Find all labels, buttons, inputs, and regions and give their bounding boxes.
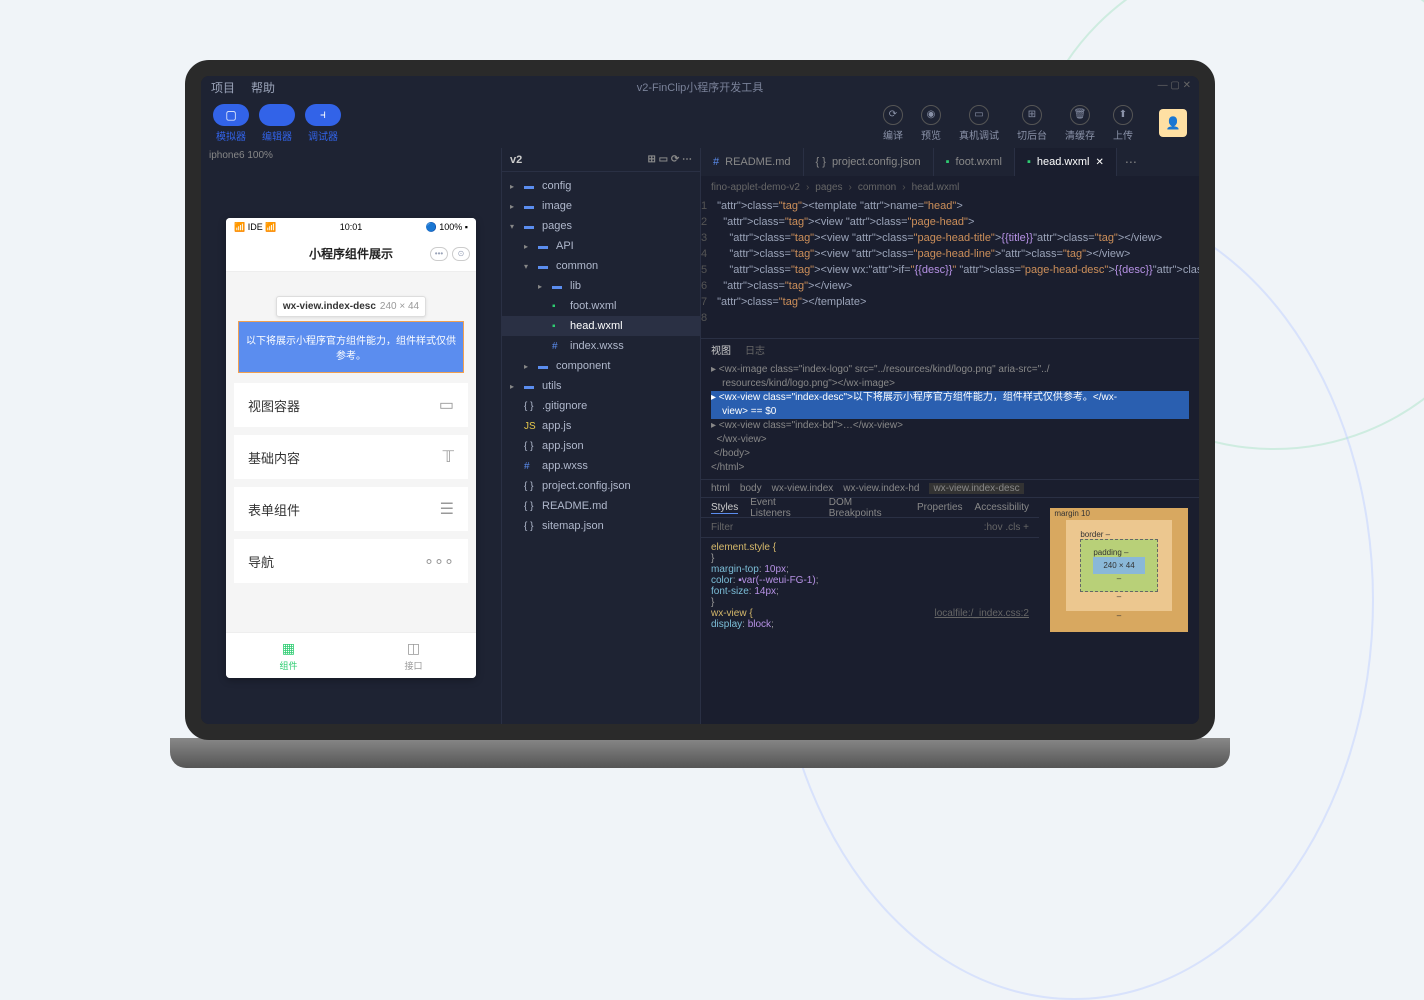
dom-breadcrumb[interactable]: html body wx-view.index wx-view.index-hd wx-… (701, 479, 1199, 497)
styles-rules[interactable]: element.style {}</span><span class="sel"… (701, 538, 1039, 724)
explorer-root: v2 (510, 154, 522, 166)
styles-tab[interactable]: Properties (917, 502, 963, 513)
editor-pane: #README.md{ }project.config.json▪foot.wx… (701, 148, 1199, 724)
inspector-tooltip: wx-view.index-desc240 × 44 (276, 296, 426, 317)
tree-item[interactable]: ▸▬config (502, 176, 700, 196)
devtools-tab[interactable]: 日志 (745, 342, 765, 357)
editor-tabs: #README.md{ }project.config.json▪foot.wx… (701, 148, 1199, 176)
tree-item[interactable]: ▪head.wxml (502, 316, 700, 336)
editor-tab[interactable]: ▪foot.wxml (934, 148, 1015, 176)
close-icon: ✕ (1095, 157, 1103, 168)
window-title: v2-FinClip小程序开发工具 (637, 79, 764, 95)
highlighted-element[interactable]: 以下将展示小程序官方组件能力，组件样式仅供参考。 (238, 321, 464, 373)
simulator-pane: iphone6 100% 📶 IDE 📶 10:01 🔵 100% ▪ 小程序组… (201, 148, 501, 724)
devtools-tab[interactable]: 视图 (711, 342, 731, 357)
tree-item[interactable]: ▾▬pages (502, 216, 700, 236)
toolbar-button[interactable]: ⟳编译 (883, 105, 903, 142)
simulator-status: iphone6 100% (201, 148, 501, 168)
toolbar-pill[interactable]: ⫞调试器 (305, 104, 341, 143)
dom-panel[interactable]: ▸ <wx-image class="index-logo" src="../r… (701, 359, 1199, 479)
laptop-frame: 项目 帮助 v2-FinClip小程序开发工具 — ▢ ✕ ▢模拟器编辑器 ⫞调试… (170, 60, 1230, 770)
tree-item[interactable]: ▸▬image (502, 196, 700, 216)
tab-overflow[interactable]: ⋯ (1117, 148, 1145, 176)
file-explorer: v2 ⊞ ▭ ⟳ ⋯ ▸▬config▸▬image▾▬pages▸▬API▾▬… (501, 148, 701, 724)
phone-tab[interactable]: ▦组件 (226, 633, 351, 678)
tree-item[interactable]: JSapp.js (502, 416, 700, 436)
tree-item[interactable]: { }project.config.json (502, 476, 700, 496)
editor-tab[interactable]: #README.md (701, 148, 804, 176)
toolbar-button[interactable]: ▭真机调试 (959, 105, 999, 142)
phone-preview[interactable]: 📶 IDE 📶 10:01 🔵 100% ▪ 小程序组件展示 •••⊙ wx (226, 218, 476, 678)
dom-crumb-item[interactable]: wx-view.index-hd (843, 483, 919, 494)
toolbar-button[interactable]: ◉预览 (921, 105, 941, 142)
avatar[interactable]: 👤 (1159, 109, 1187, 137)
menu-help[interactable]: 帮助 (251, 79, 275, 96)
styles-tab[interactable]: Styles (711, 502, 738, 514)
editor-tab[interactable]: { }project.config.json (804, 148, 934, 176)
tree-item[interactable]: { }sitemap.json (502, 516, 700, 536)
styles-tab[interactable]: Accessibility (975, 502, 1029, 513)
styles-filter[interactable]: Filter (711, 522, 733, 533)
toolbar-pill[interactable]: ▢模拟器 (213, 104, 249, 143)
dom-crumb-item[interactable]: wx-view.index-desc (929, 483, 1023, 494)
capsule-close-icon[interactable]: ⊙ (452, 247, 470, 261)
box-model[interactable]: margin 10 border – padding – 240 × 44 – (1039, 498, 1199, 724)
toolbar-pill[interactable]: 编辑器 (259, 104, 295, 143)
menu-bar: 项目 帮助 v2-FinClip小程序开发工具 — ▢ ✕ (201, 76, 1199, 98)
toolbar-button[interactable]: ⊞切后台 (1017, 105, 1047, 142)
phone-tab[interactable]: ◫接口 (351, 633, 476, 678)
styles-filter-actions[interactable]: :hov .cls + (984, 522, 1029, 533)
dom-crumb-item[interactable]: html (711, 483, 730, 494)
list-item[interactable]: 视图容器▭ (234, 383, 468, 427)
toolbar-button[interactable]: ⬆上传 (1113, 105, 1133, 142)
devtools: 视图日志 ▸ <wx-image class="index-logo" src=… (701, 338, 1199, 724)
ide-window: 项目 帮助 v2-FinClip小程序开发工具 — ▢ ✕ ▢模拟器编辑器 ⫞调试… (201, 76, 1199, 724)
tree-item[interactable]: ▸▬utils (502, 376, 700, 396)
phone-status-bar: 📶 IDE 📶 10:01 🔵 100% ▪ (226, 218, 476, 236)
tree-item[interactable]: #index.wxss (502, 336, 700, 356)
list-item[interactable]: 表单组件☰ (234, 487, 468, 531)
phone-title: 小程序组件展示 (309, 245, 393, 262)
editor-tab[interactable]: ▪head.wxml✕ (1015, 148, 1117, 176)
phone-nav-bar: 小程序组件展示 ••• ⊙ (226, 236, 476, 272)
tree-item[interactable]: ▾▬common (502, 256, 700, 276)
toolbar: ▢模拟器编辑器 ⫞调试器 ⟳编译 ◉预览 ▭真机调试 ⊞切后台 🗑清缓存 ⬆上传 👤 (201, 98, 1199, 148)
list-item[interactable]: 导航∘∘∘ (234, 539, 468, 583)
phone-tabbar: ▦组件◫接口 (226, 632, 476, 678)
toolbar-button[interactable]: 🗑清缓存 (1065, 105, 1095, 142)
tree-item[interactable]: { }app.json (502, 436, 700, 456)
capsule-menu-icon[interactable]: ••• (430, 247, 448, 261)
list-item[interactable]: 基础内容𝕋 (234, 435, 468, 479)
tree-item[interactable]: ▸▬component (502, 356, 700, 376)
tree-item[interactable]: ▸▬API (502, 236, 700, 256)
tree-item[interactable]: { }.gitignore (502, 396, 700, 416)
explorer-actions[interactable]: ⊞ ▭ ⟳ ⋯ (647, 154, 692, 165)
code-editor[interactable]: 12345678 "attr">class="tag"><template "a… (701, 198, 1199, 338)
window-controls[interactable]: — ▢ ✕ (1158, 80, 1191, 91)
styles-tab[interactable]: Event Listeners (750, 497, 817, 519)
dom-crumb-item[interactable]: body (740, 483, 762, 494)
dom-crumb-item[interactable]: wx-view.index (772, 483, 834, 494)
tree-item[interactable]: { }README.md (502, 496, 700, 516)
tree-item[interactable]: #app.wxss (502, 456, 700, 476)
styles-tab[interactable]: DOM Breakpoints (829, 497, 905, 519)
menu-project[interactable]: 项目 (211, 79, 235, 96)
tree-item[interactable]: ▪foot.wxml (502, 296, 700, 316)
tree-item[interactable]: ▸▬lib (502, 276, 700, 296)
breadcrumb[interactable]: fino-applet-demo-v2›pages›common›head.wx… (701, 176, 1199, 198)
